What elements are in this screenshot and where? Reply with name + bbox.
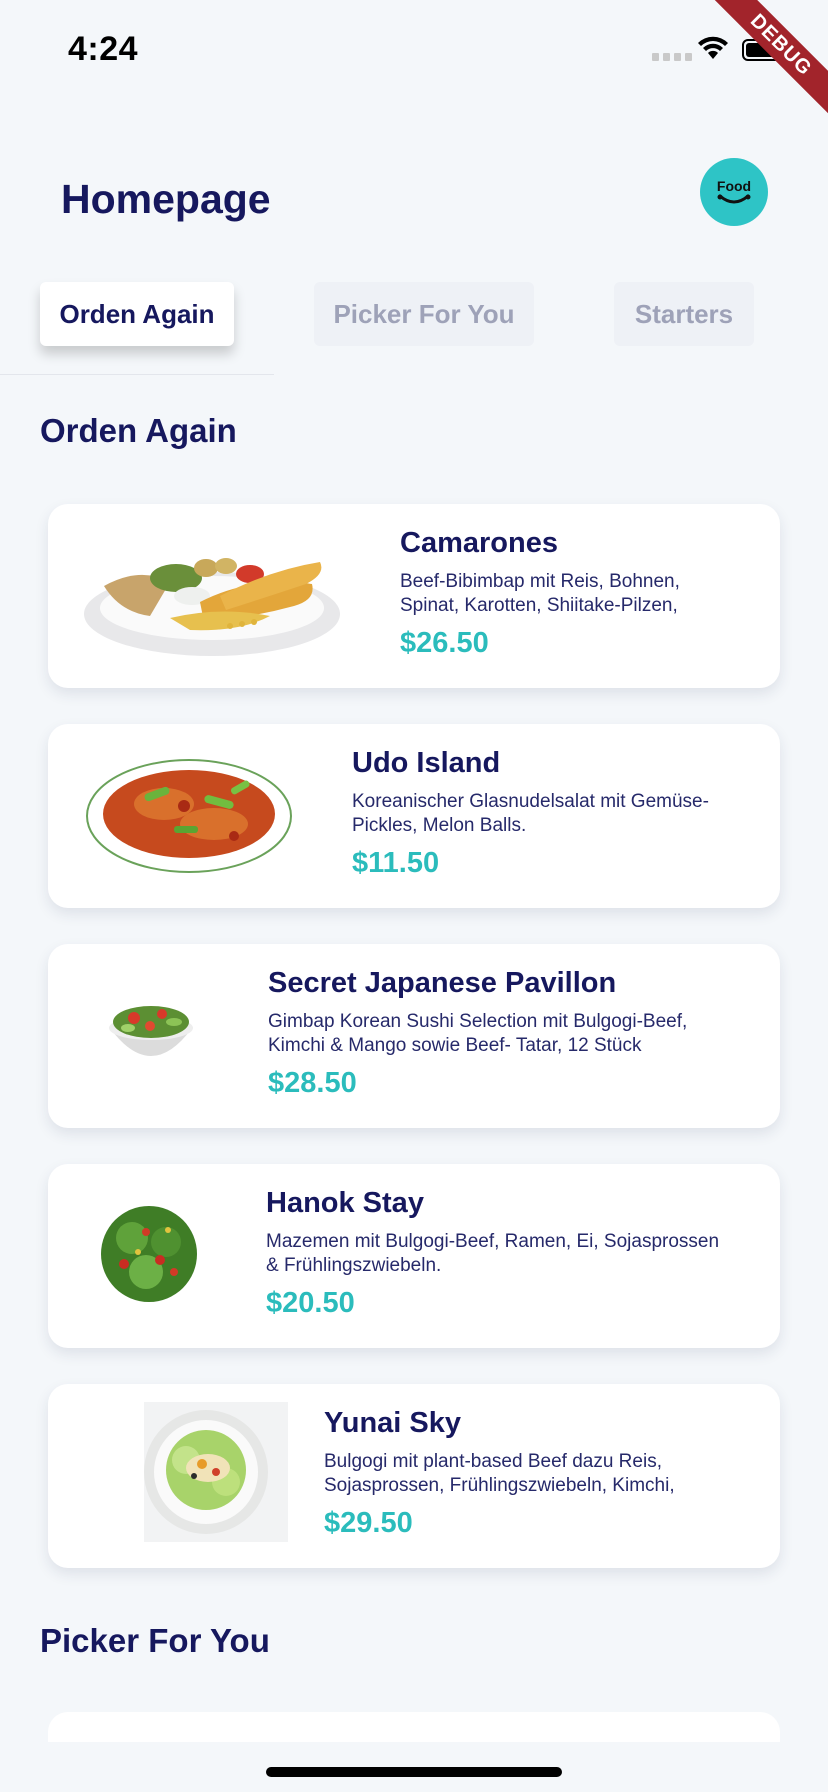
section-title-orden-again: Orden Again — [40, 412, 237, 449]
item-name: Camarones — [400, 527, 558, 559]
item-description-line: Koreanischer Glasnudelsalat mit Gemüse- — [352, 791, 709, 812]
page-title: Homepage — [61, 176, 271, 222]
menu-item-text: Camarones Beef-Bibimbap mit Reis, Bohnen… — [400, 526, 768, 660]
item-description-line: Kimchi & Mango sowie Beef- Tatar, 12 Stü… — [268, 1035, 642, 1056]
noodle-salad-plate-image — [144, 1402, 288, 1542]
item-name: Hanok Stay — [266, 1187, 424, 1219]
item-description-line: Spinat, Karotten, Shiitake-Pilzen, — [400, 595, 678, 616]
tab-starters[interactable]: Starters — [614, 282, 754, 346]
item-description-line: Gimbap Korean Sushi Selection mit Bulgog… — [268, 1011, 688, 1032]
menu-item-card[interactable]: Secret Japanese Pavillon Gimbap Korean S… — [48, 944, 780, 1128]
tab-picker-for-you[interactable]: Picker For You — [314, 282, 534, 346]
menu-item-card-partial[interactable] — [48, 1712, 780, 1742]
item-description-line: Beef-Bibimbap mit Reis, Bohnen, — [400, 571, 680, 592]
status-time: 4:24 — [68, 30, 139, 68]
logo-text: Food — [716, 177, 752, 194]
salad-bowl-image — [109, 1006, 193, 1056]
item-description: Koreanischer Glasnudelsalat mit Gemüse- … — [352, 790, 768, 838]
menu-item-card[interactable]: Yunai Sky Bulgogi mit plant-based Beef d… — [48, 1384, 780, 1568]
item-name: Yunai Sky — [324, 1407, 462, 1439]
item-price: $11.50 — [352, 847, 440, 879]
category-tabs: Orden Again Picker For You Starters — [0, 282, 828, 378]
menu-item-text: Udo Island Koreanischer Glasnudelsalat m… — [352, 746, 768, 880]
cellular-signal-icon — [652, 53, 692, 61]
item-description: Mazemen mit Bulgogi-Beef, Ramen, Ei, Soj… — [266, 1230, 768, 1278]
item-name: Udo Island — [352, 747, 501, 779]
fried-shrimp-plate-image — [84, 558, 340, 656]
food-logo[interactable]: Food — [700, 158, 768, 226]
item-price: $26.50 — [400, 627, 489, 659]
item-description: Bulgogi mit plant-based Beef dazu Reis, … — [324, 1450, 768, 1498]
wifi-icon — [698, 36, 728, 59]
item-price: $29.50 — [324, 1507, 413, 1539]
menu-item-card[interactable]: Udo Island Koreanischer Glasnudelsalat m… — [48, 724, 780, 908]
item-description-line: Mazemen mit Bulgogi-Beef, Ramen, Ei, Soj… — [266, 1231, 720, 1252]
item-description: Gimbap Korean Sushi Selection mit Bulgog… — [268, 1010, 768, 1058]
menu-item-text: Hanok Stay Mazemen mit Bulgogi-Beef, Ram… — [266, 1186, 768, 1320]
status-bar: 4:24 — [0, 0, 828, 100]
menu-item-card[interactable]: Camarones Beef-Bibimbap mit Reis, Bohnen… — [48, 504, 780, 688]
item-name: Secret Japanese Pavillon — [268, 967, 617, 999]
item-description-line: Bulgogi mit plant-based Beef dazu Reis, — [324, 1451, 662, 1472]
item-description: Beef-Bibimbap mit Reis, Bohnen, Spinat, … — [400, 570, 768, 618]
tab-divider — [0, 374, 274, 375]
green-salad-image — [101, 1206, 197, 1302]
menu-item-text: Yunai Sky Bulgogi mit plant-based Beef d… — [324, 1406, 768, 1540]
menu-item-card[interactable]: Hanok Stay Mazemen mit Bulgogi-Beef, Ram… — [48, 1164, 780, 1348]
home-indicator[interactable] — [266, 1767, 562, 1777]
item-price: $20.50 — [266, 1287, 355, 1319]
smile-icon — [717, 194, 751, 203]
item-price: $28.50 — [268, 1067, 357, 1099]
item-description-line: & Frühlingszwiebeln. — [266, 1255, 442, 1276]
item-description-line: Sojasprossen, Frühlingszwiebeln, Kimchi, — [324, 1475, 675, 1496]
tab-orden-again[interactable]: Orden Again — [40, 282, 234, 346]
chili-chicken-platter-image — [86, 759, 292, 873]
section-title-picker-for-you: Picker For You — [40, 1622, 270, 1659]
item-description-line: Pickles, Melon Balls. — [352, 815, 527, 836]
menu-item-text: Secret Japanese Pavillon Gimbap Korean S… — [268, 966, 768, 1100]
